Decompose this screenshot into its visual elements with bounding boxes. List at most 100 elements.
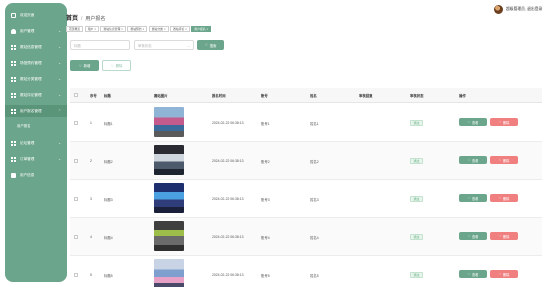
sidebar-item-label: 欢迎页面 bbox=[20, 12, 35, 17]
search-title-input[interactable]: 标题 bbox=[70, 40, 130, 50]
tab-label: 赛站分类 bbox=[151, 27, 163, 31]
row-index: 5 bbox=[90, 273, 92, 277]
grid-icon bbox=[11, 156, 16, 162]
chevron-down-icon: ⌄ bbox=[58, 93, 61, 97]
tab-venue-info[interactable]: 赛站信息管理 × bbox=[100, 26, 126, 32]
delete-button[interactable]: ♡ 删除 bbox=[102, 60, 131, 71]
sidebar-item-venue-info[interactable]: 赛站信息管理 ⌄ bbox=[5, 41, 67, 53]
view-button[interactable]: ♡ 查看 bbox=[459, 232, 487, 240]
avatar[interactable] bbox=[494, 5, 503, 14]
sidebar-item-label: 赛站分类管理 bbox=[20, 76, 42, 81]
close-icon[interactable]: × bbox=[121, 27, 123, 31]
row-delete-button[interactable]: ♡ 删除 bbox=[490, 156, 518, 164]
close-icon[interactable]: × bbox=[185, 27, 187, 31]
row-delete-button[interactable]: ♡ 删除 bbox=[490, 118, 518, 126]
close-icon[interactable]: × bbox=[143, 27, 145, 31]
grid-icon bbox=[11, 76, 16, 82]
sidebar-item-user-info[interactable]: 用户信息 bbox=[5, 169, 67, 181]
column-header-time: 报名时间 bbox=[212, 94, 226, 98]
status-badge: 通过 bbox=[410, 120, 424, 126]
row-delete-button[interactable]: ♡ 删除 bbox=[490, 232, 518, 240]
venue-image bbox=[154, 145, 184, 175]
chevron-down-icon: ⌄ bbox=[58, 29, 61, 33]
row-checkbox[interactable] bbox=[74, 235, 78, 239]
breadcrumb-home[interactable]: 首页 bbox=[66, 13, 78, 22]
search-button[interactable]: ♡ 搜索 bbox=[197, 40, 224, 50]
row-time: 2024-02-22 06:38:13 bbox=[212, 235, 244, 239]
row-title: 标题5 bbox=[104, 274, 113, 278]
view-button[interactable]: ♡ 查看 bbox=[459, 194, 487, 202]
row-delete-label: 删除 bbox=[502, 120, 510, 125]
row-delete-label: 删除 bbox=[502, 272, 510, 277]
user-text[interactable]: 超级管理员, 退出登录 bbox=[506, 7, 542, 12]
row-title: 标题2 bbox=[104, 160, 113, 164]
tab-registration[interactable]: 用户报名 × bbox=[191, 26, 212, 32]
row-title: 标题3 bbox=[104, 198, 113, 202]
tab-label: 首页概览 bbox=[69, 27, 81, 31]
table-row: 3 标题3 2024-02-22 06:38:13 账号3 姓名3 通过 ♡ 查看… bbox=[70, 180, 542, 218]
tab-label: 赛站预约 bbox=[130, 27, 142, 31]
delete-icon: ♡ bbox=[498, 120, 502, 124]
column-header-actions: 操作 bbox=[459, 94, 466, 98]
view-button[interactable]: ♡ 查看 bbox=[459, 156, 487, 164]
close-icon[interactable]: × bbox=[94, 27, 96, 31]
add-button[interactable]: ♡ 新增 bbox=[70, 60, 99, 71]
column-header-title: 标题 bbox=[104, 94, 111, 98]
sidebar-item-categories[interactable]: 赛站分类管理 ⌄ bbox=[5, 73, 67, 85]
sidebar-item-label: 用户信息 bbox=[20, 172, 35, 177]
chevron-down-icon: ⌄ bbox=[58, 157, 61, 161]
row-name: 姓名5 bbox=[310, 274, 319, 278]
tab-reservations[interactable]: 赛站预约 × bbox=[127, 26, 148, 32]
chevron-down-icon: ⌄ bbox=[58, 141, 61, 145]
delete-icon: ♡ bbox=[498, 158, 502, 162]
view-button[interactable]: ♡ 查看 bbox=[459, 270, 487, 278]
row-account: 账号1 bbox=[261, 122, 270, 126]
tab-comments[interactable]: 赛站评论 × bbox=[170, 26, 190, 32]
row-delete-label: 删除 bbox=[502, 234, 510, 239]
grid-icon bbox=[11, 60, 16, 66]
sidebar-subitem-registration[interactable]: 用户报名 bbox=[5, 120, 67, 130]
tab-overview[interactable]: 首页概览 bbox=[66, 26, 84, 32]
view-button-label: 查看 bbox=[471, 120, 479, 125]
sidebar-item-reservations[interactable]: 场馆预约管理 ⌄ bbox=[5, 57, 67, 69]
row-checkbox[interactable] bbox=[74, 121, 78, 125]
row-delete-button[interactable]: ♡ 删除 bbox=[490, 194, 518, 202]
chevron-up-icon: ⌃ bbox=[58, 109, 61, 113]
close-icon[interactable]: × bbox=[164, 27, 166, 31]
view-button-label: 查看 bbox=[471, 234, 479, 239]
close-icon[interactable]: × bbox=[207, 27, 209, 31]
tab-categories[interactable]: 赛站分类 × bbox=[148, 26, 169, 32]
row-checkbox[interactable] bbox=[74, 197, 78, 201]
user-menu[interactable]: 超级管理员, 退出登录 bbox=[494, 5, 542, 14]
view-button[interactable]: ♡ 查看 bbox=[459, 118, 487, 126]
status-badge: 通过 bbox=[410, 158, 424, 164]
row-account: 账号4 bbox=[261, 236, 270, 240]
row-index: 4 bbox=[90, 235, 92, 239]
row-title: 标题1 bbox=[104, 122, 113, 126]
sidebar-item-label: 用户管理 bbox=[20, 28, 35, 33]
sidebar-item-orders[interactable]: 订单管理 ⌄ bbox=[5, 153, 67, 165]
row-delete-button[interactable]: ♡ 删除 bbox=[490, 270, 518, 278]
sidebar-item-users[interactable]: 用户管理 ⌄ bbox=[5, 25, 67, 37]
row-name: 姓名4 bbox=[310, 236, 319, 240]
row-name: 姓名3 bbox=[310, 198, 319, 202]
sidebar-item-forum[interactable]: 论坛管理 ⌄ bbox=[5, 137, 67, 149]
status-select[interactable]: 审核状态 ⌄ bbox=[134, 40, 194, 50]
sidebar-item-welcome[interactable]: 欢迎页面 bbox=[5, 9, 67, 21]
chevron-down-icon: ⌄ bbox=[58, 77, 61, 81]
search-placeholder: 标题 bbox=[74, 43, 81, 48]
tab-users[interactable]: 用户 × bbox=[84, 26, 99, 32]
column-header-reply: 审核回复 bbox=[359, 94, 373, 98]
sidebar-item-registration-mgmt[interactable]: 用户报名管理 ⌃ bbox=[5, 105, 67, 117]
search-icon: ♡ bbox=[204, 43, 208, 47]
box-icon bbox=[11, 172, 16, 178]
table-row: 5 标题5 2024-02-22 06:38:13 账号5 姓名5 通过 ♡ 查看… bbox=[70, 256, 542, 287]
delete-icon: ♡ bbox=[498, 234, 502, 238]
row-checkbox[interactable] bbox=[74, 159, 78, 163]
row-checkbox[interactable] bbox=[74, 273, 78, 277]
view-button-label: 查看 bbox=[471, 272, 479, 277]
select-all-checkbox[interactable] bbox=[74, 93, 78, 97]
sidebar-item-comments[interactable]: 赛站评论管理 ⌄ bbox=[5, 89, 67, 101]
row-delete-label: 删除 bbox=[502, 196, 510, 201]
row-time: 2024-02-22 06:38:13 bbox=[212, 197, 244, 201]
